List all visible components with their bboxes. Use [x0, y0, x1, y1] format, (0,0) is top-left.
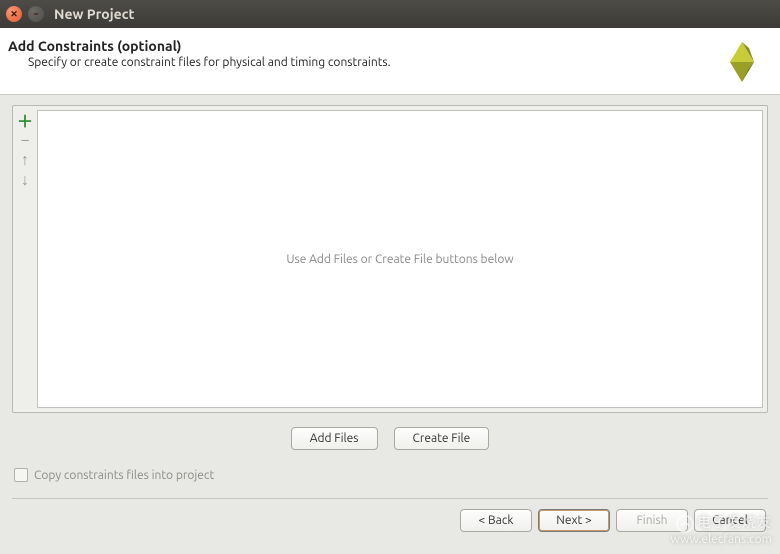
back-button[interactable]: < Back: [460, 509, 532, 532]
minimize-window-button[interactable]: –: [28, 6, 44, 22]
window-title: New Project: [54, 6, 135, 22]
window-controls: ✕ –: [6, 6, 44, 22]
finish-button: Finish: [616, 509, 688, 532]
file-action-buttons: Add Files Create File: [12, 427, 768, 450]
file-list-empty: Use Add Files or Create File buttons bel…: [37, 110, 763, 408]
file-toolbar: ＋ − ↑ ↓: [13, 106, 37, 412]
close-window-button[interactable]: ✕: [6, 6, 22, 22]
page-title: Add Constraints (optional): [8, 38, 391, 54]
content-area: ＋ − ↑ ↓ Use Add Files or Create File but…: [0, 95, 780, 490]
page-description: Specify or create constraint files for p…: [28, 56, 391, 69]
remove-icon: −: [15, 130, 35, 150]
copy-constraints-label: Copy constraints files into project: [34, 469, 214, 482]
create-file-button[interactable]: Create File: [394, 427, 490, 450]
constraints-file-panel: ＋ − ↑ ↓ Use Add Files or Create File but…: [12, 105, 768, 413]
vivado-logo-icon: [720, 38, 764, 82]
next-button[interactable]: Next >: [538, 509, 610, 532]
move-down-icon: ↓: [15, 170, 35, 190]
wizard-footer: < Back Next > Finish Cancel: [0, 499, 780, 542]
copy-constraints-row[interactable]: Copy constraints files into project: [12, 468, 768, 482]
wizard-header: Add Constraints (optional) Specify or cr…: [0, 28, 780, 95]
cancel-button[interactable]: Cancel: [694, 509, 766, 532]
add-icon[interactable]: ＋: [15, 110, 35, 130]
empty-placeholder: Use Add Files or Create File buttons bel…: [286, 253, 513, 266]
window-titlebar: ✕ – New Project: [0, 0, 780, 28]
move-up-icon: ↑: [15, 150, 35, 170]
copy-constraints-checkbox[interactable]: [14, 468, 28, 482]
add-files-button[interactable]: Add Files: [291, 427, 378, 450]
